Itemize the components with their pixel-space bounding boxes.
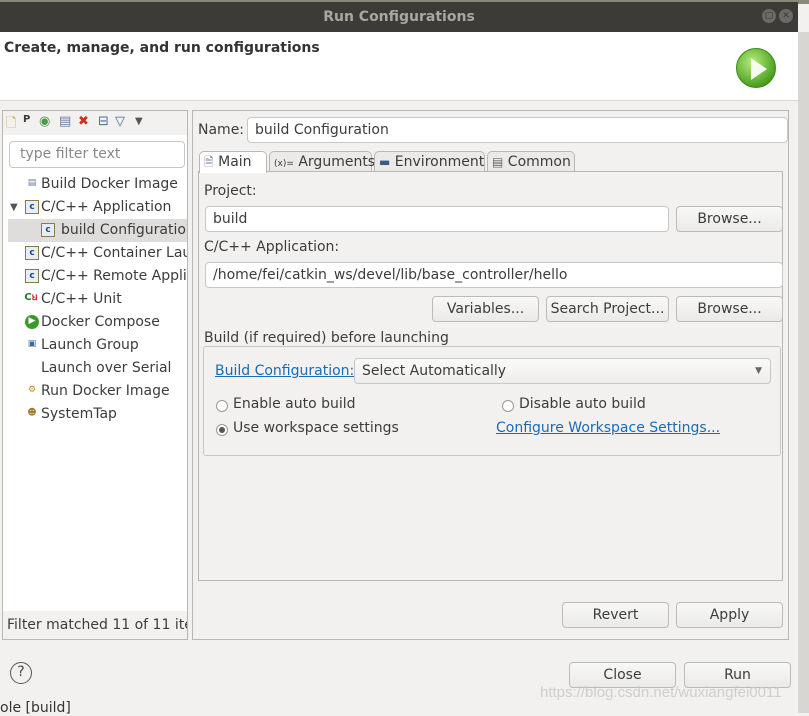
tree-item-label: Run Docker Image (41, 383, 170, 399)
new-config-icon[interactable]: 🗋 (6, 114, 16, 136)
export-icon[interactable]: ◉ (39, 114, 50, 129)
enable-auto-build-label: Enable auto build (233, 396, 356, 412)
disable-auto-build-label: Disable auto build (519, 396, 646, 412)
maximize-button[interactable]: □ (762, 9, 776, 23)
browse-application-button[interactable]: Browse... (676, 296, 783, 322)
main-tab-icon: 🗎 (204, 155, 214, 169)
config-list-panel: 🗋 P ◉ ▤ ✖ ⊟ ▽ ▼ type filter text ▤ Build … (2, 110, 188, 640)
arguments-icon: (x)= (274, 159, 294, 169)
tree-item-c-cpp-application[interactable]: ▼ c C/C++ Application (3, 196, 187, 219)
c-app-icon: c (41, 223, 55, 237)
dialog-header: Create, manage, and run configurations (0, 32, 798, 101)
filter-icon[interactable]: ▽ (115, 114, 125, 129)
name-input[interactable]: build Configuration (247, 117, 788, 143)
variables-button[interactable]: Variables... (432, 296, 539, 322)
tab-label: Common (507, 154, 571, 170)
config-tree: ▤ Build Docker Image ▼ c C/C++ Application … (3, 173, 187, 426)
systemtap-icon: ☻ (27, 408, 37, 418)
tab-environment[interactable]: ▬ Environment (374, 151, 485, 172)
tree-item-remote-application[interactable]: cC/C++ Remote Application (3, 265, 187, 288)
tree-item-label: Build Docker Image (41, 176, 178, 192)
tree-item-label: Docker Compose (41, 314, 160, 330)
new-prototype-icon[interactable]: P (23, 114, 30, 125)
tree-item-build-docker-image[interactable]: ▤ Build Docker Image (3, 173, 187, 196)
tree-item-label: C/C++ Unit (41, 291, 122, 307)
name-label: Name: (198, 122, 245, 138)
docker-build-icon: ▤ (27, 178, 37, 188)
close-window-button[interactable]: ✕ (779, 9, 793, 23)
project-input[interactable]: build (205, 206, 669, 232)
background-console-text: ole [build] (0, 700, 71, 716)
c-app-icon: c (25, 246, 39, 260)
header-title: Create, manage, and run configurations (4, 40, 320, 56)
application-input[interactable]: /home/fei/catkin_ws/devel/lib/base_contr… (205, 262, 783, 288)
tree-item-build-configuration[interactable]: c build Configuration (8, 219, 187, 242)
docker-compose-icon: ▶ (25, 315, 39, 329)
tab-label: Arguments (298, 154, 376, 170)
background-window (798, 32, 809, 713)
enable-auto-build-radio[interactable] (216, 400, 228, 412)
help-icon[interactable]: ? (10, 662, 32, 684)
title-bar: Run Configurations (0, 2, 798, 32)
launch-group-icon: ▣ (27, 339, 37, 349)
chevron-down-icon: ▼ (755, 366, 762, 376)
build-group: Build Configuration: Select Automaticall… (203, 346, 781, 456)
delete-icon[interactable]: ✖ (78, 114, 89, 129)
configure-workspace-settings-link[interactable]: Configure Workspace Settings... (496, 420, 720, 436)
browse-project-button[interactable]: Browse... (676, 206, 783, 232)
project-label: Project: (204, 183, 257, 199)
main-tab-content: Project: build Browse... C/C++ Applicati… (198, 171, 783, 581)
tree-item-label: Launch Group (41, 337, 139, 353)
run-icon (736, 48, 776, 88)
use-workspace-settings-radio[interactable] (216, 424, 228, 436)
tree-item-launch-group[interactable]: ▣ Launch Group (3, 334, 187, 357)
tree-item-systemtap[interactable]: ☻ SystemTap (3, 403, 187, 426)
use-workspace-settings-label: Use workspace settings (233, 420, 399, 436)
build-configuration-select[interactable]: Select Automatically ▼ (354, 358, 771, 384)
filter-status: Filter matched 11 of 11 items (3, 611, 187, 639)
config-toolbar: 🗋 P ◉ ▤ ✖ ⊟ ▽ ▼ (3, 111, 187, 135)
tree-item-label: build Configuration (61, 222, 187, 238)
tree-item-label: SystemTap (41, 406, 117, 422)
c-app-icon: c (25, 200, 39, 214)
tree-item-label: C/C++ Remote Application (41, 268, 187, 284)
tab-arguments[interactable]: (x)= Arguments (269, 151, 376, 172)
view-menu-icon[interactable]: ▼ (135, 116, 143, 127)
search-project-button[interactable]: Search Project... (546, 296, 669, 322)
tree-item-container-launcher[interactable]: cC/C++ Container Launcher (3, 242, 187, 265)
common-icon: ▤ (492, 155, 504, 169)
apply-button[interactable]: Apply (676, 602, 783, 628)
c-app-icon: c (25, 269, 39, 283)
tree-item-c-cpp-unit[interactable]: Cꞟ C/C++ Unit (3, 288, 187, 311)
config-editor: Name: build Configuration 🗎 Main (x)= Ar… (192, 110, 789, 640)
build-configuration-link[interactable]: Build Configuration: (215, 363, 354, 379)
duplicate-icon[interactable]: ▤ (59, 114, 71, 129)
tab-label: Environment (394, 154, 485, 170)
window-title: Run Configurations (323, 9, 475, 25)
c-unit-icon: Cꞟ (24, 292, 38, 303)
filter-input[interactable]: type filter text (9, 141, 185, 168)
revert-button[interactable]: Revert (562, 602, 669, 628)
disable-auto-build-radio[interactable] (502, 400, 514, 412)
tree-item-label: C/C++ Application (41, 199, 172, 215)
run-docker-icon: ⚙ (27, 385, 37, 395)
environment-icon: ▬ (379, 155, 391, 169)
tree-item-docker-compose[interactable]: ▶ Docker Compose (3, 311, 187, 334)
build-group-label: Build (if required) before launching (204, 330, 449, 346)
tree-item-label: C/C++ Container Launcher (41, 245, 187, 261)
expand-arrow-icon[interactable]: ▼ (10, 196, 18, 219)
tree-item-label: Launch over Serial (41, 360, 172, 376)
tab-main[interactable]: 🗎 Main (199, 151, 267, 173)
tree-item-run-docker-image[interactable]: ⚙ Run Docker Image (3, 380, 187, 403)
tree-item-launch-over-serial[interactable]: Launch over Serial (3, 357, 187, 380)
tab-label: Main (218, 154, 252, 170)
collapse-all-icon[interactable]: ⊟ (98, 114, 109, 129)
watermark: https://blog.csdn.net/wuxiangfei0011 (540, 684, 782, 701)
application-label: C/C++ Application: (204, 239, 340, 255)
tab-common[interactable]: ▤ Common (487, 151, 575, 172)
select-value: Select Automatically (362, 363, 507, 379)
